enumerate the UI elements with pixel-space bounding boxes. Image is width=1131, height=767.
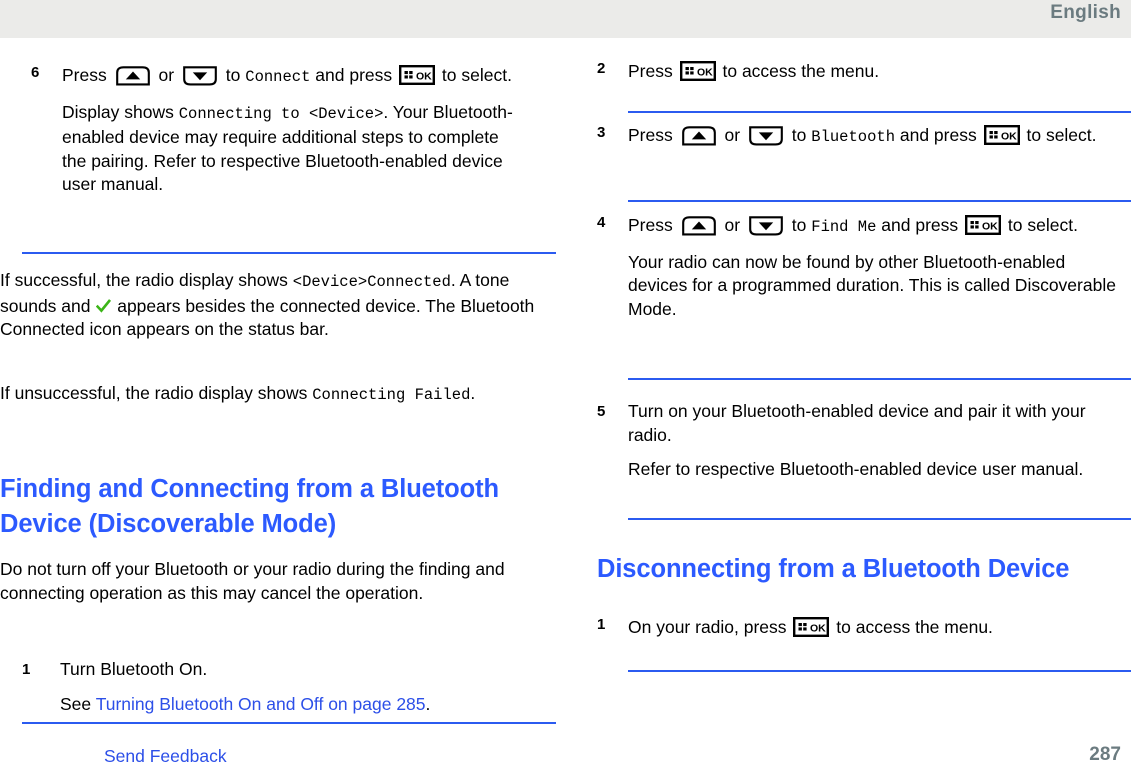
step-5-body: Turn on your Bluetooth-enabled device an… [628, 401, 1086, 445]
success-text-a: If successful, the radio display shows [0, 270, 293, 290]
step-3-text-press: Press [628, 125, 673, 145]
step-6-extra: Display shows Connecting to <Device>. Yo… [62, 101, 517, 197]
cross-reference-link[interactable]: Turning Bluetooth On and Off on page 285 [96, 694, 426, 714]
down-arrow-button-icon [747, 126, 785, 146]
up-arrow-button-icon [114, 66, 152, 86]
see-suffix: . [425, 693, 431, 714]
step-1-right-body: On your radio, press OK to access the me… [628, 616, 1131, 640]
step-6-text-to-select: to select. [441, 65, 512, 85]
step-4-text-and-press: and press [881, 215, 959, 235]
step-number: 4 [597, 214, 606, 231]
result-success-paragraph: If successful, the radio display shows <… [0, 269, 545, 342]
step-divider-rule [628, 378, 1131, 380]
step-3-text-and-press: and press [899, 125, 977, 145]
step-3: 3 Press or to Bluetooth and press OK to … [597, 124, 1131, 150]
step-3-text-to: to [791, 125, 807, 145]
right-column: 2 Press OK to access the menu. 3 Press o… [566, 38, 1131, 762]
fail-text-b: . [470, 383, 476, 403]
step-2-body: Press OK to access the menu. [628, 60, 1128, 84]
step-5-extra: Refer to respective Bluetooth-enabled de… [628, 459, 1084, 479]
svg-text:OK: OK [810, 623, 826, 635]
step-4: 4 Press or to Find Me and press OK to se… [597, 214, 1131, 321]
result-fail-paragraph: If unsuccessful, the radio display shows… [0, 382, 545, 408]
step-1-left-extra: See Turning Bluetooth On and Off on page… [60, 693, 540, 717]
step-divider-rule [22, 252, 556, 254]
step-2: 2 Press OK to access the menu. [597, 60, 1131, 84]
section-heading-finding-connecting: Finding and Connecting from a Bluetooth … [0, 475, 499, 538]
send-feedback-link[interactable]: Send Feedback [104, 745, 227, 767]
step-number: 2 [597, 60, 606, 77]
step-divider-rule [628, 518, 1131, 520]
step-6-body: Press or to Connect and press OK to sele… [62, 64, 540, 90]
step-divider-rule [628, 670, 1131, 672]
up-arrow-button-icon [680, 126, 718, 146]
svg-text:OK: OK [697, 67, 713, 79]
step-divider-rule [628, 200, 1131, 202]
section-intro-paragraph: Do not turn off your Bluetooth or your r… [0, 559, 505, 603]
step-6-text-press: Press [62, 65, 107, 85]
step-3-text-or: or [724, 125, 741, 145]
step-3-body: Press or to Bluetooth and press OK to se… [628, 124, 1131, 150]
up-arrow-button-icon [680, 216, 718, 236]
menu-ok-button-icon: OK [983, 125, 1020, 145]
step-4-text-to-select: to select. [1007, 215, 1078, 235]
success-display-text: <Device>Connected [292, 273, 451, 291]
step-6-text-to: to [225, 65, 241, 85]
step-1-left-body: Turn Bluetooth On. [60, 659, 208, 679]
step-divider-rule [22, 722, 556, 724]
step-4-text-or: or [724, 215, 741, 235]
step-3-menu-item-bluetooth: Bluetooth [811, 128, 895, 146]
svg-text:OK: OK [1001, 131, 1017, 143]
step-number: 1 [597, 616, 606, 633]
step-3-text-to-select: to select. [1026, 125, 1097, 145]
step-1-right: 1 On your radio, press OK to access the … [597, 616, 1131, 640]
header-language-label: English [1050, 2, 1121, 23]
step-6-extra-prefix: Display shows [62, 101, 174, 122]
down-arrow-button-icon [181, 66, 219, 86]
step-6-display-text: Connecting to <Device> [178, 104, 384, 123]
step-divider-rule [628, 111, 1131, 113]
menu-ok-button-icon: OK [399, 65, 436, 85]
left-column: 6 Press or to Connect and press OK to se… [0, 38, 566, 762]
step-1-left: 1 Turn Bluetooth On. See Turning Bluetoo… [0, 658, 556, 716]
step-number: 5 [597, 403, 606, 420]
step-1-right-text-press: On your radio, press [628, 617, 787, 637]
step-number: 1 [22, 661, 31, 678]
step-4-menu-item-find-me: Find Me [811, 218, 877, 236]
menu-ok-button-icon: OK [965, 215, 1002, 235]
fail-text-a: If unsuccessful, the radio display shows [0, 383, 313, 403]
step-4-body: Press or to Find Me and press OK to sele… [628, 214, 1131, 240]
menu-ok-button-icon: OK [679, 61, 716, 81]
step-6-text-and-press: and press [315, 65, 393, 85]
step-number: 3 [597, 124, 606, 141]
svg-text:OK: OK [982, 221, 998, 233]
see-prefix: See [60, 693, 96, 714]
step-5: 5 Turn on your Bluetooth-enabled device … [597, 400, 1131, 482]
step-4-extra: Your radio can now be found by other Blu… [628, 251, 1116, 319]
fail-display-text: Connecting Failed [312, 386, 471, 404]
green-check-icon [96, 298, 112, 314]
step-number: 6 [31, 64, 40, 81]
page-header-band: English [0, 0, 1131, 38]
down-arrow-button-icon [747, 216, 785, 236]
step-4-text-press: Press [628, 215, 673, 235]
svg-text:OK: OK [416, 71, 432, 83]
step-6-menu-item-connect: Connect [245, 68, 311, 86]
section-heading-disconnecting: Disconnecting from a Bluetooth Device [597, 555, 1070, 583]
menu-ok-button-icon: OK [793, 617, 830, 637]
step-2-text-access-menu: to access the menu. [722, 61, 880, 81]
step-2-text-press: Press [628, 61, 673, 81]
page-content: 6 Press or to Connect and press OK to se… [0, 38, 1131, 762]
step-6: 6 Press or to Connect and press OK to se… [0, 64, 556, 197]
step-1-right-text-access-menu: to access the menu. [836, 617, 993, 637]
step-6-text-or: or [158, 65, 175, 85]
page-number: 287 [1089, 744, 1121, 765]
step-4-text-to: to [791, 215, 807, 235]
